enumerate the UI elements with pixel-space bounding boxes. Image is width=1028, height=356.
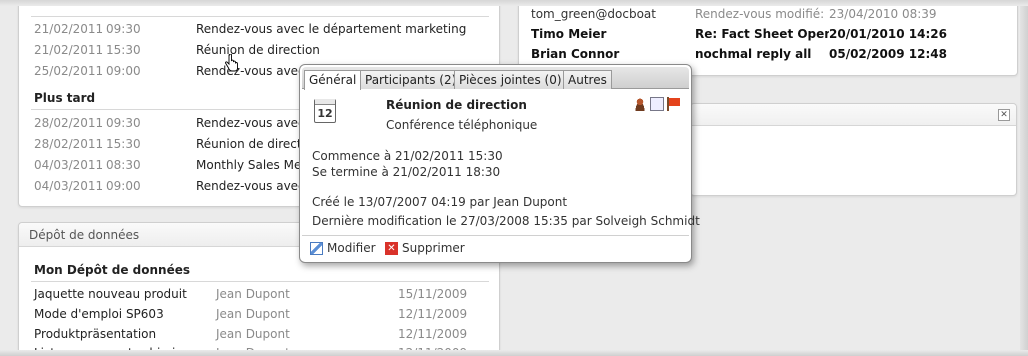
appointment-end: Se termine à 21/02/2011 18:30 xyxy=(312,165,501,179)
group-title-later: Plus tard xyxy=(34,91,96,105)
edit-button[interactable]: Modifier xyxy=(310,241,376,255)
mail-date: 20/01/2010 14:26 xyxy=(829,27,947,41)
tab-participants[interactable]: Participants (2) xyxy=(360,70,462,89)
mail-date: 05/02/2009 12:48 xyxy=(829,47,947,61)
empty-widget-header: ✕ xyxy=(691,104,1016,126)
appointment-date: 28/02/2011 xyxy=(34,137,104,151)
frame-shadow-right xyxy=(1020,0,1028,356)
edit-label: Modifier xyxy=(327,241,376,255)
appointment-date: 21/02/2011 xyxy=(34,22,104,36)
document-owner: Jean Dupont xyxy=(216,327,290,341)
calendar-icon-rings xyxy=(315,99,335,105)
appointment-created: Créé le 13/07/2007 04:19 par Jean Dupont xyxy=(312,195,568,209)
appointment-subject[interactable]: Réunion de directi xyxy=(196,137,305,151)
data-store-title: Mon Dépôt de données xyxy=(34,263,190,277)
document-icon xyxy=(650,97,664,111)
tab-other[interactable]: Autres xyxy=(563,70,612,89)
appointment-subject[interactable]: Réunion de direction xyxy=(196,43,320,57)
appointment-title: Réunion de direction xyxy=(386,98,527,112)
document-date: 15/11/2009 xyxy=(398,287,468,301)
appointment-location: Conférence téléphonique xyxy=(386,118,538,132)
document-date: 12/11/2009 xyxy=(398,307,468,321)
mail-subject[interactable]: Re: Fact Sheet Open-Xcha xyxy=(695,27,829,41)
flag-icon xyxy=(667,97,681,111)
appointment-time: 09:30 xyxy=(106,22,141,36)
appointment-date: 21/02/2011 xyxy=(34,43,104,57)
appointment-subject[interactable]: Rendez-vous avec xyxy=(196,179,305,193)
document-owner: Jean Dupont xyxy=(216,287,290,301)
appointment-time: 08:30 xyxy=(106,158,141,172)
appointment-date: 25/02/2011 xyxy=(34,64,104,78)
appointment-time: 15:30 xyxy=(106,137,141,151)
appointment-date: 04/03/2011 xyxy=(34,158,104,172)
document-owner: Jean Dupont xyxy=(216,307,290,321)
appointment-subject[interactable]: Rendez-vous avec le département marketin… xyxy=(196,22,466,36)
document-name[interactable]: Jaquette nouveau produit xyxy=(34,287,187,301)
torn-edge xyxy=(0,0,1028,6)
data-store-header-label: Dépôt de données xyxy=(29,228,140,242)
appointment-time: 09:00 xyxy=(106,64,141,78)
tab-attachments[interactable]: Pièces jointes (0) xyxy=(454,70,567,89)
appointment-popup: Général Participants (2) Pièces jointes … xyxy=(299,64,700,263)
mail-from: Timo Meier xyxy=(531,27,607,41)
appointment-subject[interactable]: Rendez-vous avec xyxy=(196,64,305,78)
document-name[interactable]: Produktpräsentation xyxy=(34,327,156,341)
appointment-modified: Dernière modification le 27/03/2008 15:3… xyxy=(312,214,700,228)
appointment-time: 09:00 xyxy=(106,179,141,193)
appointment-subject[interactable]: Rendez-vous avec xyxy=(196,116,305,130)
mail-from: tom_green@docboat xyxy=(531,7,656,21)
tab-general[interactable]: Général xyxy=(304,70,362,90)
mail-date: 23/04/2010 08:39 xyxy=(829,7,937,21)
mail-from: Brian Connor xyxy=(531,47,620,61)
delete-icon: ✕ xyxy=(385,241,398,255)
popup-tabs: Général Participants (2) Pièces jointes … xyxy=(302,67,689,90)
popup-actions: Modifier ✕ Supprimer xyxy=(302,235,689,259)
delete-label: Supprimer xyxy=(402,241,465,255)
document-name[interactable]: Mode d'emploi SP603 xyxy=(34,307,164,321)
calendar-icon: 12 xyxy=(314,99,336,123)
hand-cursor-icon xyxy=(225,54,238,72)
appointment-date: 04/03/2011 xyxy=(34,179,104,193)
frame-shadow-bottom xyxy=(0,350,1028,356)
appointment-subject[interactable]: Monthly Sales Me xyxy=(196,158,301,172)
mail-subject[interactable]: nochmal reply all xyxy=(695,47,829,61)
appointment-status-icons xyxy=(633,97,681,111)
appointment-date: 28/02/2011 xyxy=(34,116,104,130)
empty-widget: ✕ xyxy=(690,103,1017,196)
divider xyxy=(31,281,489,282)
participants-icon xyxy=(633,97,647,111)
close-icon[interactable]: ✕ xyxy=(998,109,1010,121)
delete-button[interactable]: ✕ Supprimer xyxy=(385,241,465,255)
divider xyxy=(31,16,489,17)
document-date: 12/11/2009 xyxy=(398,327,468,341)
appointment-start: Commence à 21/02/2011 15:30 xyxy=(312,149,503,163)
calendar-icon-day: 12 xyxy=(317,107,333,120)
appointment-time: 15:30 xyxy=(106,43,141,57)
appointment-time: 09:30 xyxy=(106,116,141,130)
mail-subject[interactable]: Rendez-vous modifié: Month xyxy=(695,7,829,21)
edit-icon xyxy=(310,241,323,255)
